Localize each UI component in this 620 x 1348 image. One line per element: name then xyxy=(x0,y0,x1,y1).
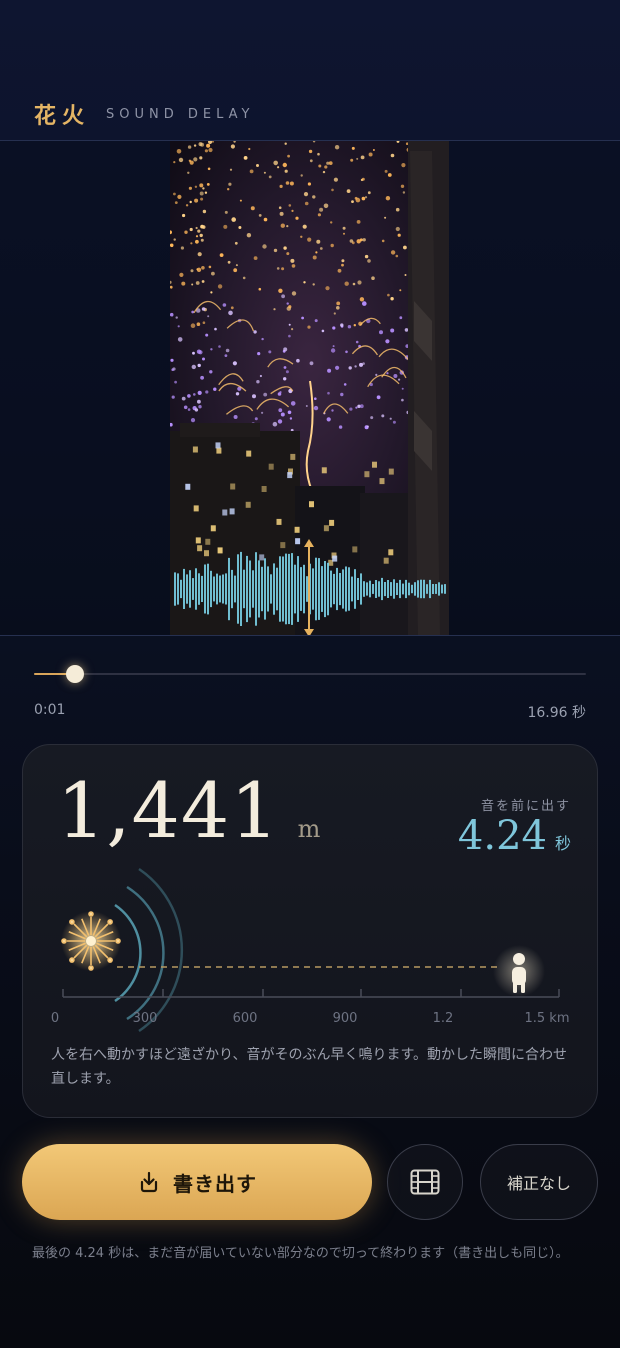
fireworks-video-frame xyxy=(170,141,449,635)
advance-value: 4.24 xyxy=(457,813,547,859)
playback-scrubber[interactable] xyxy=(34,664,586,684)
distance-help-text: 人を右へ動かすほど遠ざかり、音がそのぶん早く鳴ります。動かした瞬間に合わせ直しま… xyxy=(51,1047,568,1087)
distance-unit: m xyxy=(297,815,321,843)
film-button[interactable] xyxy=(387,1144,463,1220)
video-area xyxy=(0,140,620,636)
total-duration: 16.96 秒 xyxy=(527,705,586,721)
advance-unit: 秒 xyxy=(554,834,571,853)
download-tray-icon xyxy=(140,1171,158,1193)
film-icon xyxy=(410,1169,440,1195)
export-button[interactable]: 書き出す xyxy=(22,1144,372,1220)
scale-label-1500: 1.5 km xyxy=(524,1011,570,1026)
person-icon[interactable] xyxy=(493,945,545,997)
no-correction-button[interactable]: 補正なし xyxy=(480,1144,598,1220)
sound-wave-icon xyxy=(114,867,184,1033)
scale-label-900: 900 xyxy=(332,1011,358,1026)
brand-kanji: 花火 xyxy=(34,103,91,129)
scale-label-300: 300 xyxy=(132,1011,158,1026)
app-header: 花火 SOUND DELAY xyxy=(34,94,254,134)
video-preview[interactable] xyxy=(170,141,449,635)
scrubber-knob[interactable] xyxy=(66,665,84,683)
distance-value: 1,441 xyxy=(57,766,280,855)
distance-diagram xyxy=(61,867,560,1033)
scale-label-0: 0 xyxy=(50,1011,60,1026)
scrubber-track[interactable] xyxy=(34,673,586,675)
current-time: 0:01 xyxy=(34,702,66,718)
scale-label-1200: 1.2 xyxy=(432,1011,454,1026)
distance-readout: 1,441 m xyxy=(57,773,320,849)
brand-subtitle: SOUND DELAY xyxy=(106,106,255,122)
export-label: 書き出す xyxy=(173,1171,257,1196)
footer-note: 最後の 4.24 秒は、まだ音が届いていない部分なので切って終わります（書き出し… xyxy=(32,1246,569,1261)
distance-scale-labels: 0 300 600 900 1.2 1.5 km xyxy=(23,1011,597,1031)
distance-card: 1,441 m 音を前に出す 4.24 秒 0 300 600 900 1.2 … xyxy=(22,744,598,1118)
distance-scale-axis xyxy=(62,989,560,998)
firework-burst-icon xyxy=(61,911,121,971)
sound-advance: 音を前に出す 4.24 秒 xyxy=(458,795,571,856)
advance-label: 音を前に出す xyxy=(480,799,571,814)
scale-label-600: 600 xyxy=(232,1011,258,1026)
